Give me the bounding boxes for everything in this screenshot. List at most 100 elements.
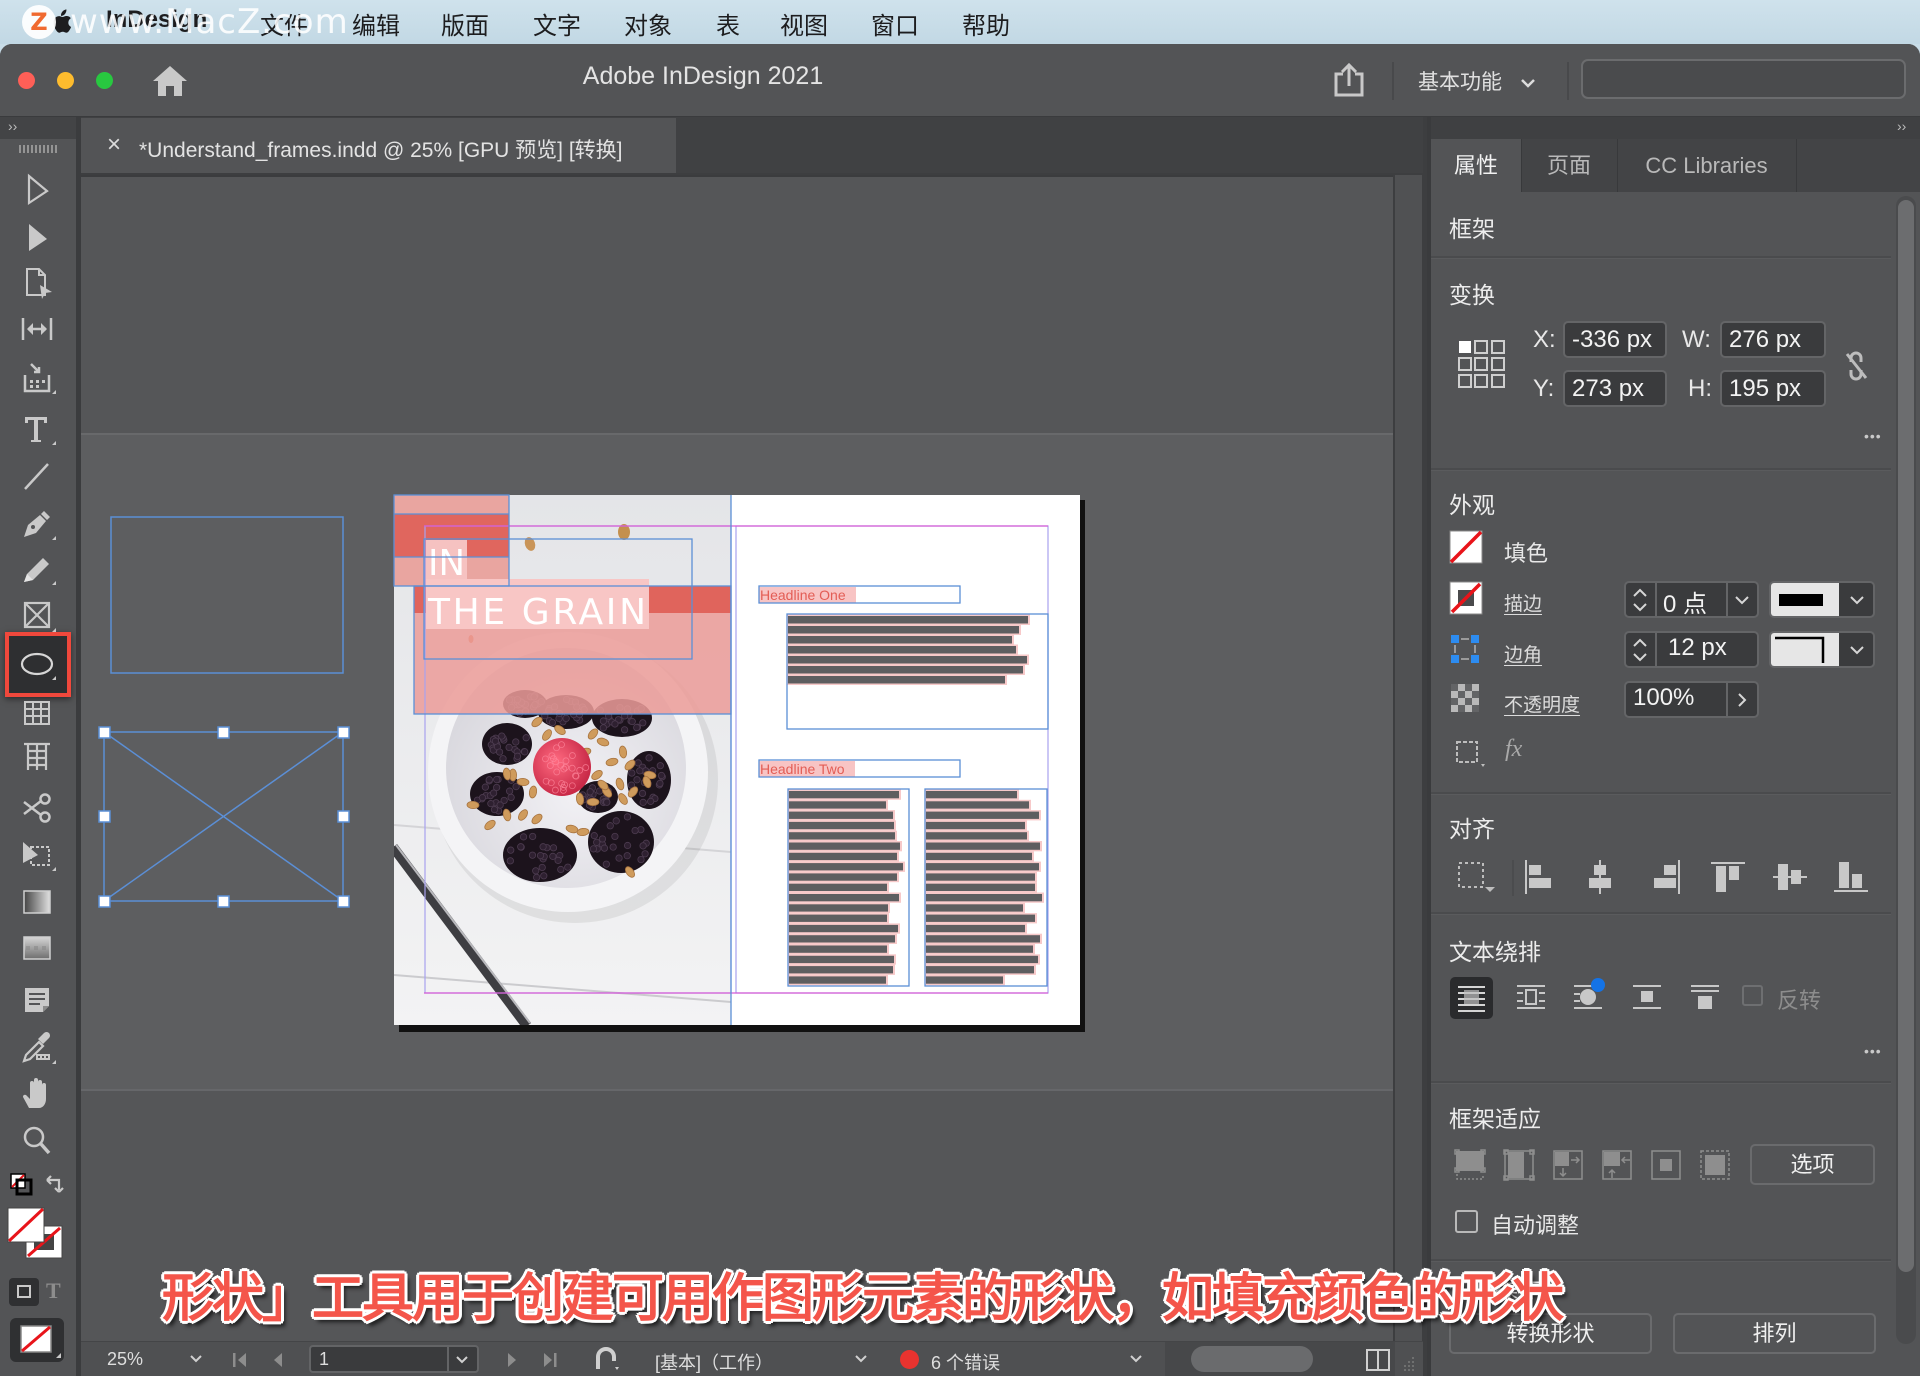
opacity-field[interactable]: 100%	[1624, 681, 1759, 718]
resize-handle[interactable]	[337, 895, 350, 908]
wrap-object-shape-icon[interactable]	[1573, 977, 1607, 1011]
hand-tool[interactable]	[16, 1075, 58, 1111]
gap-tool[interactable]	[16, 311, 58, 347]
content-aware-fit-icon[interactable]	[1698, 1148, 1732, 1182]
formatting-affects-text-button[interactable]: T	[46, 1278, 61, 1304]
preflight-errors[interactable]: 6 个错误	[931, 1349, 1000, 1375]
eyedropper-tool[interactable]	[16, 1030, 58, 1066]
menu-layout[interactable]: 版面	[441, 6, 489, 41]
resize-handle[interactable]	[337, 810, 350, 823]
formatting-affects-container-button[interactable]	[9, 1278, 39, 1306]
align-bottom-edges-icon[interactable]	[1833, 859, 1869, 895]
ellipse-tool[interactable]	[16, 646, 58, 682]
zoom-tool[interactable]	[16, 1122, 58, 1158]
reference-point-icon[interactable]	[1456, 338, 1508, 390]
gradient-feather-tool[interactable]	[16, 930, 58, 966]
last-page-icon[interactable]	[541, 1351, 559, 1369]
auto-fit-checkbox[interactable]	[1455, 1210, 1478, 1233]
menu-type[interactable]: 文字	[533, 6, 581, 41]
free-transform-tool[interactable]	[16, 837, 58, 873]
page-dropdown-icon[interactable]	[455, 1355, 469, 1365]
corner-label[interactable]: 边角	[1504, 640, 1542, 667]
workspace-switcher[interactable]: 基本功能	[1418, 66, 1536, 96]
broken-link-icon[interactable]	[1843, 350, 1869, 382]
stroke-weight-stepper[interactable]: 0 点	[1624, 581, 1759, 618]
gradient-swatch-tool[interactable]	[16, 884, 58, 920]
stroke-label[interactable]: 描边	[1504, 589, 1542, 616]
resize-handle[interactable]	[217, 726, 230, 739]
corner-shape-dropdown[interactable]	[1769, 631, 1875, 668]
resize-grip-icon[interactable]	[1401, 1354, 1415, 1372]
page-number-field[interactable]: 1	[309, 1345, 479, 1373]
grid-tool[interactable]	[16, 739, 58, 775]
page-tool[interactable]	[16, 265, 58, 301]
apple-logo-icon[interactable]	[50, 8, 72, 35]
fill-swatch-none-icon[interactable]	[1449, 530, 1483, 564]
fill-stroke-swatches-icon[interactable]	[6, 1206, 66, 1262]
stroke-swatch-none-icon[interactable]	[1449, 581, 1483, 615]
canvas-vertical-scrollbar[interactable]	[1395, 175, 1422, 1341]
pencil-tool[interactable]	[16, 551, 58, 587]
tab-properties[interactable]: 属性	[1431, 139, 1522, 192]
profile-dropdown-icon[interactable]	[854, 1354, 868, 1364]
corner-size-stepper[interactable]: 12 px	[1624, 631, 1759, 668]
jump-object-icon[interactable]	[1632, 983, 1662, 1011]
chevron-down-icon[interactable]	[1849, 644, 1865, 656]
first-page-icon[interactable]	[231, 1351, 249, 1369]
preflight-profile[interactable]: [基本]（工作）	[655, 1349, 773, 1375]
close-window-button[interactable]	[18, 72, 35, 89]
selection-tool[interactable]	[16, 172, 58, 208]
empty-rectangle-frame[interactable]	[110, 516, 344, 674]
tab-pages[interactable]: 页面	[1521, 139, 1618, 192]
menu-window[interactable]: 窗口	[871, 6, 919, 41]
menu-object[interactable]: 对象	[624, 6, 672, 41]
fit-content-proportionally-icon[interactable]	[1502, 1148, 1536, 1182]
resize-handle[interactable]	[98, 810, 111, 823]
search-input[interactable]	[1581, 59, 1906, 99]
invert-wrap-checkbox[interactable]	[1742, 985, 1763, 1006]
note-tool[interactable]	[16, 982, 58, 1018]
scissors-tool[interactable]	[16, 790, 58, 826]
share-icon[interactable]	[1332, 62, 1366, 98]
scroll-thumb[interactable]	[1191, 1346, 1313, 1372]
menu-help[interactable]: 帮助	[962, 6, 1010, 41]
y-position-field[interactable]: 273 px	[1563, 370, 1667, 407]
chevron-down-icon[interactable]	[1849, 594, 1865, 606]
type-tool[interactable]	[16, 411, 58, 447]
menu-file[interactable]: 文件	[260, 6, 308, 41]
default-fill-stroke-icon[interactable]	[7, 1172, 69, 1200]
document-tab[interactable]: × *Understand_frames.indd @ 25% [GPU 预览]…	[81, 118, 676, 173]
minimize-window-button[interactable]	[57, 72, 74, 89]
x-position-field[interactable]: -336 px	[1563, 321, 1667, 358]
table-tool[interactable]	[16, 696, 58, 732]
menu-view[interactable]: 视图	[780, 6, 828, 41]
close-tab-button[interactable]: ×	[107, 131, 121, 159]
headline-two[interactable]: Headline Two	[760, 761, 845, 777]
rectangle-frame-tool[interactable]	[16, 598, 58, 634]
horizontal-scrollbar[interactable]	[1165, 1342, 1395, 1376]
zoom-dropdown-icon[interactable]	[189, 1354, 203, 1364]
align-left-edges-icon[interactable]	[1522, 859, 1558, 895]
selected-graphic-frame[interactable]	[98, 726, 350, 908]
apply-none-button[interactable]	[10, 1318, 64, 1362]
fit-frame-to-content-icon[interactable]	[1551, 1148, 1585, 1182]
opacity-label[interactable]: 不透明度	[1504, 690, 1580, 717]
document-canvas[interactable]: IN THE GRAIN Headline One Headline Two	[81, 175, 1393, 1343]
resize-handle[interactable]	[98, 895, 111, 908]
fill-label[interactable]: 填色	[1504, 536, 1548, 568]
align-horizontal-centers-icon[interactable]	[1582, 859, 1618, 895]
resize-handle[interactable]	[217, 895, 230, 908]
wrap-none-button[interactable]	[1450, 977, 1493, 1019]
corner-options-icon[interactable]	[1450, 634, 1480, 664]
fit-content-to-frame-icon[interactable]	[1600, 1148, 1634, 1182]
zoom-level[interactable]: 25%	[107, 1349, 143, 1370]
frame-effects-icon[interactable]	[1455, 740, 1487, 768]
width-field[interactable]: 276 px	[1720, 321, 1826, 358]
zoom-window-button[interactable]	[96, 72, 113, 89]
wrap-bounding-box-icon[interactable]	[1516, 983, 1546, 1011]
home-icon[interactable]	[151, 64, 189, 98]
line-tool[interactable]	[16, 458, 58, 494]
tab-cc-libraries[interactable]: CC Libraries	[1617, 139, 1797, 192]
next-page-icon[interactable]	[505, 1351, 519, 1369]
arrange-button[interactable]: 排列	[1673, 1313, 1876, 1354]
